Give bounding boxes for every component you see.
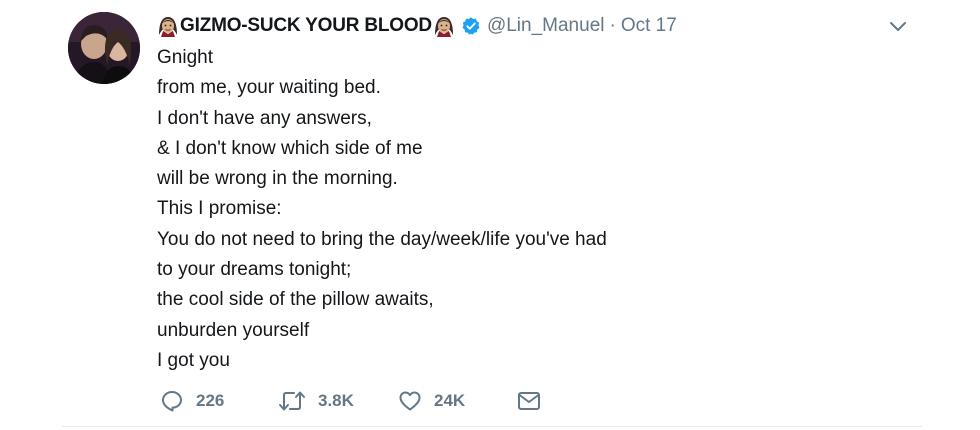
divider — [62, 426, 922, 427]
separator-dot: · — [609, 15, 616, 36]
retweet-icon — [279, 391, 305, 411]
tweet-text: Gnight from me, your waiting bed. I don'… — [157, 43, 607, 376]
tweet-line: & I don't know which side of me — [157, 137, 423, 159]
vampire-emoji-icon — [159, 17, 177, 37]
tweet-line: This I promise: — [157, 198, 282, 220]
like-count: 24K — [434, 391, 466, 410]
like-button[interactable]: 24K — [398, 386, 465, 416]
tweet-card[interactable]: GIZMO-SUCK YOUR BLOOD @Lin_Manuel · Oct … — [0, 0, 980, 430]
tweet-line: Gnight — [157, 47, 213, 68]
tweet-line: You do not need to bring the day/week/li… — [157, 228, 607, 250]
tweet-line: to your dreams tonight; — [157, 259, 352, 281]
reply-icon — [162, 391, 182, 412]
direct-message-button[interactable] — [516, 386, 542, 416]
chevron-down-icon[interactable] — [888, 20, 908, 34]
display-name[interactable]: GIZMO-SUCK YOUR BLOOD — [180, 15, 432, 37]
tweet-line: will be wrong in the morning. — [157, 168, 398, 190]
envelope-icon — [518, 392, 540, 410]
tweet-line: I got you — [157, 349, 230, 371]
reply-count: 226 — [196, 391, 225, 410]
tweet-line: the cool side of the pillow awaits, — [157, 289, 434, 311]
user-handle[interactable]: @Lin_Manuel — [487, 15, 605, 37]
tweet-line: unburden yourself — [157, 319, 310, 341]
tweet-line: I don't have any answers, — [157, 107, 372, 129]
tweet-actions: 226 3.8K 24K — [160, 386, 580, 416]
tweet-timestamp[interactable]: Oct 17 — [621, 15, 677, 37]
tweet-header: GIZMO-SUCK YOUR BLOOD @Lin_Manuel · Oct … — [157, 12, 677, 40]
vampire-emoji-icon — [434, 17, 453, 37]
reply-button[interactable]: 226 — [160, 386, 224, 416]
heart-icon — [399, 391, 421, 411]
retweet-button[interactable]: 3.8K — [278, 386, 354, 416]
tweet-line: from me, your waiting bed. — [157, 77, 381, 99]
avatar-photo — [68, 12, 140, 84]
verified-badge-icon — [462, 17, 480, 35]
avatar[interactable] — [68, 12, 140, 84]
retweet-count: 3.8K — [318, 391, 354, 410]
